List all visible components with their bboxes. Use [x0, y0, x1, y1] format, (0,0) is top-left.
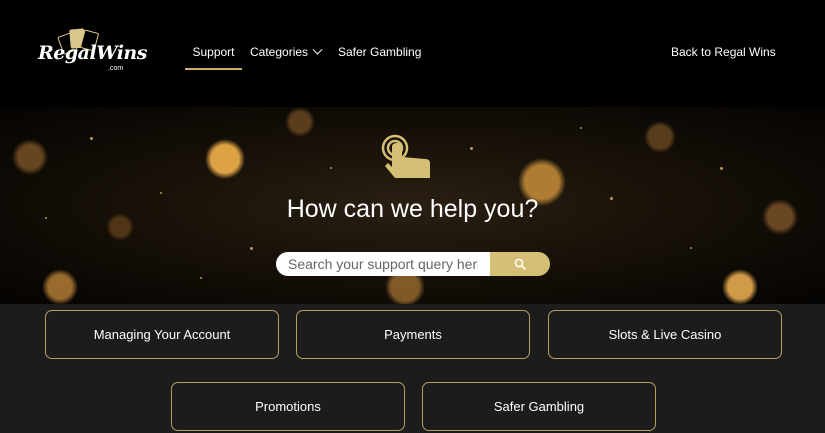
search-input[interactable] — [276, 252, 490, 276]
category-label: Managing Your Account — [93, 327, 231, 342]
tap-hand-icon — [381, 134, 430, 178]
category-label: Slots & Live Casino — [608, 327, 722, 342]
category-slots-live-casino-button[interactable]: Slots & Live Casino — [548, 310, 782, 359]
nav-safer-gambling[interactable]: Safer Gambling — [338, 40, 421, 70]
chevron-down-icon — [312, 44, 323, 55]
search-button[interactable] — [490, 252, 550, 276]
back-to-regalwins-link[interactable]: Back to Regal Wins — [671, 45, 776, 59]
category-payments-button[interactable]: Payments — [296, 310, 530, 359]
category-label: Payments — [384, 327, 442, 342]
logo-wordmark: RegalWins — [38, 42, 147, 64]
regalwins-logo[interactable]: RegalWins .com — [36, 28, 147, 76]
site-header: RegalWins .com Support Categories Safer … — [0, 0, 825, 107]
nav-categories-label: Categories — [250, 45, 309, 59]
support-search — [276, 252, 550, 276]
category-section: Managing Your Account Payments Slots & L… — [0, 304, 825, 433]
category-label: Promotions — [255, 399, 321, 414]
search-icon — [514, 258, 526, 270]
logo-suffix: .com — [108, 65, 124, 72]
hero-banner: How can we help you? — [0, 107, 825, 304]
category-label: Safer Gambling — [493, 399, 585, 414]
nav-support[interactable]: Support — [185, 40, 242, 70]
nav-support-label: Support — [192, 45, 235, 59]
category-safer-gambling-button[interactable]: Safer Gambling — [422, 382, 656, 431]
hero-title: How can we help you? — [286, 195, 539, 223]
nav-safer-gambling-label: Safer Gambling — [338, 45, 422, 59]
category-promotions-button[interactable]: Promotions — [171, 382, 405, 431]
nav-categories-dropdown[interactable]: Categories — [250, 40, 323, 70]
category-managing-account-button[interactable]: Managing Your Account — [45, 310, 279, 359]
